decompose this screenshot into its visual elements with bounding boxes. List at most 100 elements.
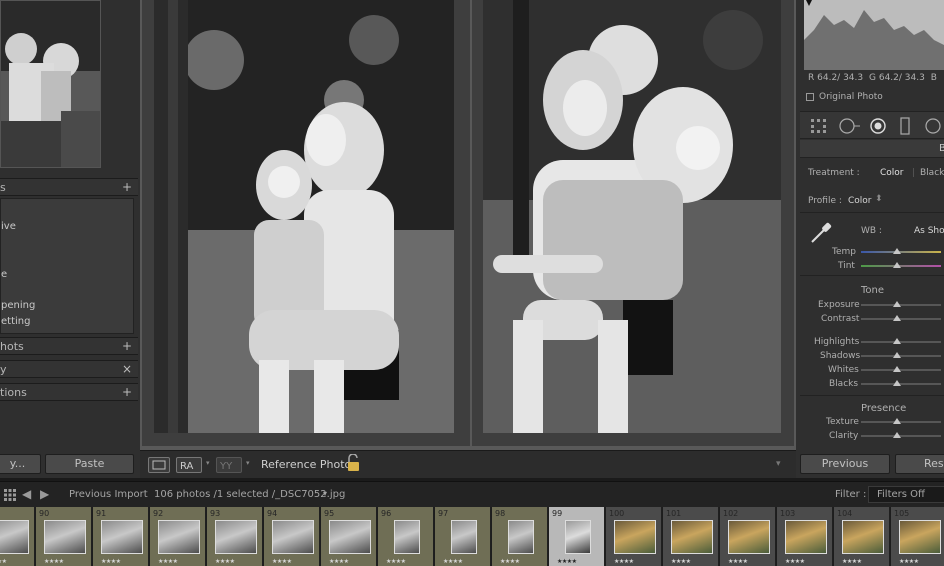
filmstrip-thumbnail[interactable]: 104 ★★★★ — [834, 507, 890, 566]
reference-photo[interactable] — [154, 0, 454, 433]
blacks-slider[interactable] — [861, 383, 941, 385]
loupe-view-icon[interactable] — [148, 457, 170, 473]
highlights-slider-knob[interactable] — [893, 338, 901, 344]
filmstrip-thumbnail[interactable]: 98 ★★★★ — [492, 507, 548, 566]
contrast-slider[interactable] — [861, 318, 941, 320]
filmstrip-thumbnail[interactable]: 100 ★★★★ — [606, 507, 662, 566]
active-photo[interactable] — [483, 0, 781, 433]
exposure-slider-knob[interactable] — [893, 301, 901, 307]
star-rating[interactable]: ★★★★ — [728, 558, 748, 565]
filmstrip-source[interactable]: Previous Import — [69, 489, 148, 500]
whites-slider-knob[interactable] — [893, 366, 901, 372]
clear-icon[interactable]: × — [122, 361, 132, 378]
add-icon[interactable]: + — [122, 179, 132, 196]
basic-panel-header[interactable]: B — [800, 140, 944, 158]
filmstrip-thumbnail[interactable]: 94 ★★★★ — [264, 507, 320, 566]
radial-filter-icon[interactable] — [924, 117, 942, 138]
reset-button[interactable]: Rese — [895, 454, 944, 474]
star-rating[interactable]: ★★★★ — [44, 558, 64, 565]
star-rating[interactable]: ★★★★ — [329, 558, 349, 565]
chevron-down-icon[interactable]: ▾ — [323, 489, 327, 498]
filmstrip-thumbnail[interactable]: 101 ★★★★ — [663, 507, 719, 566]
treatment-bw-option[interactable]: Black — [920, 168, 944, 178]
star-rating[interactable]: ★★★★ — [785, 558, 805, 565]
eyedropper-icon[interactable] — [808, 220, 834, 249]
star-rating[interactable]: ★★★★ — [899, 558, 919, 565]
forward-arrow-icon[interactable]: ▶ — [40, 487, 49, 501]
filmstrip-thumbnail[interactable]: 92 ★★★★ — [150, 507, 206, 566]
filmstrip-thumbnail[interactable]: 102 ★★★★ — [720, 507, 776, 566]
star-rating[interactable]: ★★★★ — [215, 558, 235, 565]
updown-icon[interactable]: ⬍ — [875, 194, 883, 204]
preset-item[interactable]: ive — [1, 221, 16, 232]
star-rating[interactable]: ★★★★ — [500, 558, 520, 565]
star-rating[interactable]: ★★★★ — [101, 558, 121, 565]
shadows-slider[interactable] — [861, 355, 941, 357]
copy-button[interactable]: y... — [0, 454, 41, 474]
filmstrip-thumbnail[interactable]: 97 ★★★★ — [435, 507, 491, 566]
chevron-down-icon[interactable]: ▾ — [246, 459, 250, 467]
tint-slider-knob[interactable] — [893, 262, 901, 268]
compare-view-icon[interactable]: YY — [216, 457, 242, 473]
preset-item[interactable]: etting — [1, 316, 30, 327]
panel-section-presets[interactable]: s + — [0, 178, 138, 196]
highlights-slider[interactable] — [861, 341, 941, 343]
filmstrip-thumbnail[interactable]: 96 ★★★★ — [378, 507, 434, 566]
filmstrip-thumbnail[interactable]: 103 ★★★★ — [777, 507, 833, 566]
filmstrip-info[interactable]: 106 photos /1 selected /_DSC7052.jpg — [154, 489, 345, 500]
star-rating[interactable]: ★★★★ — [158, 558, 178, 565]
treatment-color-option[interactable]: Color — [880, 168, 904, 178]
graduated-filter-icon[interactable] — [899, 117, 911, 138]
previous-button[interactable]: Previous — [800, 454, 890, 474]
star-rating[interactable]: ★★★★ — [443, 558, 463, 565]
star-rating[interactable]: ★★★★ — [272, 558, 292, 565]
filmstrip-thumbnail[interactable]: 90 ★★★★ — [36, 507, 92, 566]
star-rating[interactable]: ★★★★ — [557, 558, 577, 565]
shadows-slider-knob[interactable] — [893, 352, 901, 358]
reference-active-view-icon[interactable]: RA — [176, 457, 202, 473]
lock-icon[interactable] — [346, 453, 360, 475]
filmstrip-thumbnail[interactable]: 95 ★★★★ — [321, 507, 377, 566]
add-icon[interactable]: + — [122, 338, 132, 355]
filmstrip-thumbnail[interactable]: 99 ★★★★ — [549, 507, 605, 566]
filmstrip-thumbnail[interactable]: ★★★★ — [0, 507, 35, 566]
exposure-slider[interactable] — [861, 304, 941, 306]
add-icon[interactable]: + — [122, 384, 132, 401]
whites-slider[interactable] — [861, 369, 941, 371]
tint-slider[interactable] — [861, 265, 941, 267]
spot-removal-icon[interactable] — [838, 117, 860, 138]
panel-section-snapshots[interactable]: hots + — [0, 337, 138, 355]
filmstrip-thumbnail[interactable]: 93 ★★★★ — [207, 507, 263, 566]
chevron-down-icon[interactable]: ▾ — [206, 459, 210, 467]
profile-dropdown[interactable]: Color — [848, 196, 872, 206]
crop-overlay-icon[interactable] — [810, 118, 828, 137]
original-photo-checkbox[interactable] — [806, 93, 814, 101]
texture-slider[interactable] — [861, 421, 941, 423]
texture-slider-knob[interactable] — [893, 418, 901, 424]
star-rating[interactable]: ★★★★ — [0, 558, 7, 565]
filter-dropdown[interactable]: Filters Off — [868, 486, 944, 503]
clarity-slider-knob[interactable] — [893, 432, 901, 438]
panel-section-history[interactable]: y × — [0, 360, 138, 378]
clarity-slider[interactable] — [861, 435, 941, 437]
filmstrip-thumbnail[interactable]: 91 ★★★★ — [93, 507, 149, 566]
toolbar-menu-icon[interactable]: ▾ — [776, 459, 781, 469]
paste-button[interactable]: Paste — [45, 454, 134, 474]
temp-slider[interactable] — [861, 251, 941, 253]
preset-item[interactable]: pening — [1, 300, 35, 311]
star-rating[interactable]: ★★★★ — [671, 558, 691, 565]
panel-section-collections[interactable]: tions + — [0, 383, 138, 401]
temp-slider-knob[interactable] — [893, 248, 901, 254]
star-rating[interactable]: ★★★★ — [842, 558, 862, 565]
preset-item[interactable]: e — [1, 269, 7, 280]
red-eye-icon[interactable] — [869, 117, 887, 138]
back-arrow-icon[interactable]: ◀ — [22, 487, 31, 501]
navigator-preview[interactable] — [0, 0, 101, 168]
star-rating[interactable]: ★★★★ — [386, 558, 406, 565]
blacks-slider-knob[interactable] — [893, 380, 901, 386]
contrast-slider-knob[interactable] — [893, 315, 901, 321]
wb-dropdown[interactable]: As Shot — [914, 226, 944, 236]
star-rating[interactable]: ★★★★ — [614, 558, 634, 565]
filmstrip-thumbnail[interactable]: 105 ★★★★ — [891, 507, 944, 566]
grid-view-icon[interactable] — [4, 489, 16, 504]
